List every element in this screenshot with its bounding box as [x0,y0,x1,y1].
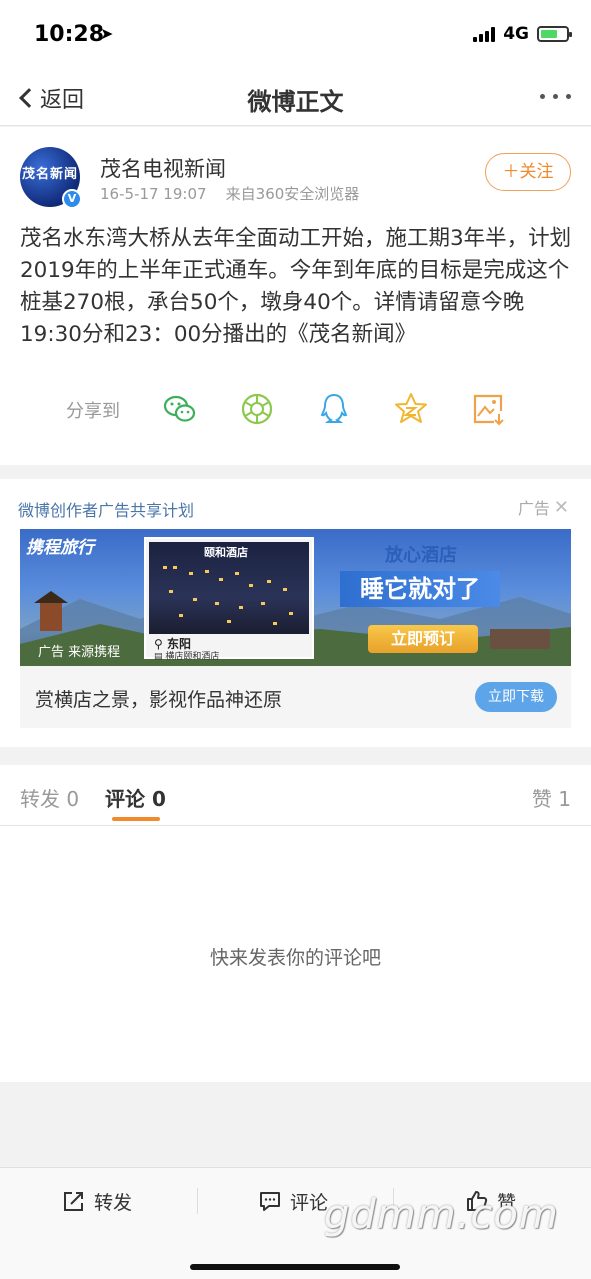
ad-tag-label: 广告 [517,499,550,518]
book-now-button[interactable]: 立即预订 [368,625,478,653]
ad-tag[interactable]: 广告 ✕ [518,495,569,519]
post-card: 茂名新闻 V 茂名电视新闻 16-5-17 19:07 来自360安全浏览器 ＋… [0,127,591,465]
tab-repost[interactable]: 转发 0 [20,783,79,812]
ad-caption-strip[interactable]: 赏横店之景，影视作品神还原 立即下载 [20,666,571,728]
watermark-logo: gdmm.com [324,1192,559,1238]
empty-comments-text: 快来发表你的评论吧 [209,947,381,969]
tab-like[interactable]: 赞 1 [532,783,571,812]
close-icon[interactable]: ✕ [554,497,569,518]
hotel-name: ▤ 横店颐和酒店 [154,652,220,662]
comments-section: 转发 0 评论 0 赞 1 快来发表你的评论吧 [0,765,591,1082]
banner-logo: 携程旅行 [26,538,94,558]
location-arrow-icon: ➤ [100,24,114,43]
hotel-photo: 颐和酒店 [149,542,309,634]
page-title: 微博正文 [247,88,344,116]
ad-plan-link[interactable]: 微博创作者广告共享计划 [18,497,194,521]
signal-icon [473,26,496,42]
qzone-icon[interactable] [393,391,429,427]
ad-caption: 赏横店之景，影视作品神还原 [35,689,283,711]
comment-button[interactable]: 评论 [258,1186,328,1216]
follow-button[interactable]: ＋关注 [485,153,571,191]
verified-badge-icon: V [62,189,82,209]
banner-heading: 放心酒店 [385,545,457,566]
tab-bar: 转发 0 评论 0 赞 1 [0,765,591,826]
hotel-card: 颐和酒店 ⚲ 东阳 ▤ 横店颐和酒店 [144,537,314,662]
ad-card: 微博创作者广告共享计划 广告 ✕ 携程旅行 颐和酒店 ⚲ 东阳 ▤ 横店颐和酒店 [0,479,591,747]
repost-label: 转发 [94,1191,133,1214]
post-body: 茂名水东湾大桥从去年全面动工开始，施工期3年半，计划2019年的上半年正式通车。… [20,226,572,347]
moments-icon[interactable] [239,391,275,427]
repost-icon [64,1192,83,1211]
battery-icon [537,26,572,42]
post-time: 16-5-17 19:07 [100,185,207,203]
share-row: 分享到 [0,389,591,429]
author-name[interactable]: 茂名电视新闻 [100,153,226,183]
banner-source: 广告 来源携程 [38,645,121,660]
divider [197,1188,198,1214]
tab-indicator [112,817,160,821]
comment-label: 评论 [290,1191,329,1214]
network-type: 4G [503,24,529,44]
status-time: 10:28 [34,22,105,47]
comment-icon [260,1192,280,1211]
repost-button[interactable]: 转发 [62,1186,132,1216]
save-image-icon[interactable] [470,391,506,427]
download-button[interactable]: 立即下载 [475,682,557,712]
post-source: 来自360安全浏览器 [225,185,360,203]
status-indicators: 4G [473,24,572,44]
avatar-text: 茂名新闻 [22,167,79,182]
qq-icon[interactable] [316,391,352,427]
banner-slogan: 睡它就对了 [340,571,500,607]
wechat-icon[interactable] [162,391,198,427]
share-label: 分享到 [66,401,120,422]
status-bar: 10:28 ➤ 4G [0,0,591,70]
more-icon[interactable] [540,94,571,99]
tab-comment[interactable]: 评论 0 [105,783,166,812]
ad-banner[interactable]: 携程旅行 颐和酒店 ⚲ 东阳 ▤ 横店颐和酒店 广告 来源携程 放心酒店 睡它就… [20,529,571,666]
post-meta: 16-5-17 19:07 来自360安全浏览器 [100,183,359,204]
nav-bar: 返回 微博正文 [0,70,591,126]
home-indicator [190,1264,400,1270]
hotel-sign: 颐和酒店 [204,546,248,559]
